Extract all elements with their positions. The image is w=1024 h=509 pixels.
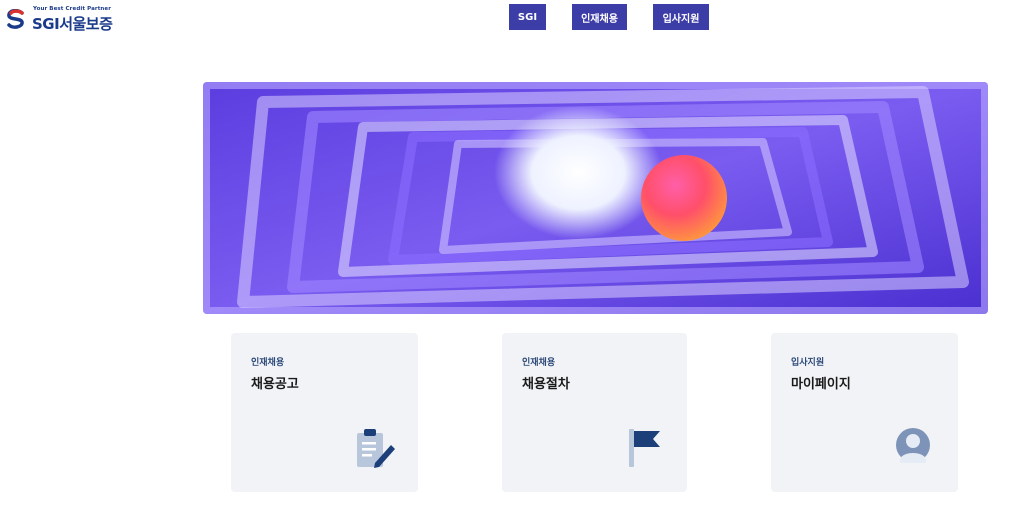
card-my-page[interactable]: 입사지원 마이페이지	[771, 333, 958, 492]
nav-sgi-button[interactable]: SGI	[509, 4, 546, 30]
card-category: 인재채용	[522, 358, 556, 368]
sgi-logo-icon	[7, 9, 24, 29]
logo-name: SGI서울보증	[32, 15, 113, 33]
card-title: 채용공고	[251, 377, 299, 392]
card-category: 인재채용	[251, 358, 285, 368]
user-icon	[896, 428, 930, 463]
card-job-postings[interactable]: 인재채용 채용공고	[231, 333, 418, 492]
flag-icon	[629, 429, 660, 467]
clipboard-icon	[357, 429, 395, 468]
logo-tagline: Your Best Credit Partner	[33, 6, 112, 12]
nav-apply-button[interactable]: 입사지원	[653, 4, 709, 30]
card-hiring-process[interactable]: 인재채용 채용절차	[502, 333, 687, 492]
card-category: 입사지원	[791, 358, 825, 368]
hero-banner-image	[203, 82, 988, 314]
nav-recruit-button[interactable]: 인재채용	[572, 4, 627, 30]
hero-banner	[203, 82, 988, 314]
card-title: 채용절차	[522, 377, 570, 392]
logo[interactable]: Your Best Credit Partner SGI서울보증	[6, 6, 126, 33]
card-title: 마이페이지	[791, 377, 851, 392]
